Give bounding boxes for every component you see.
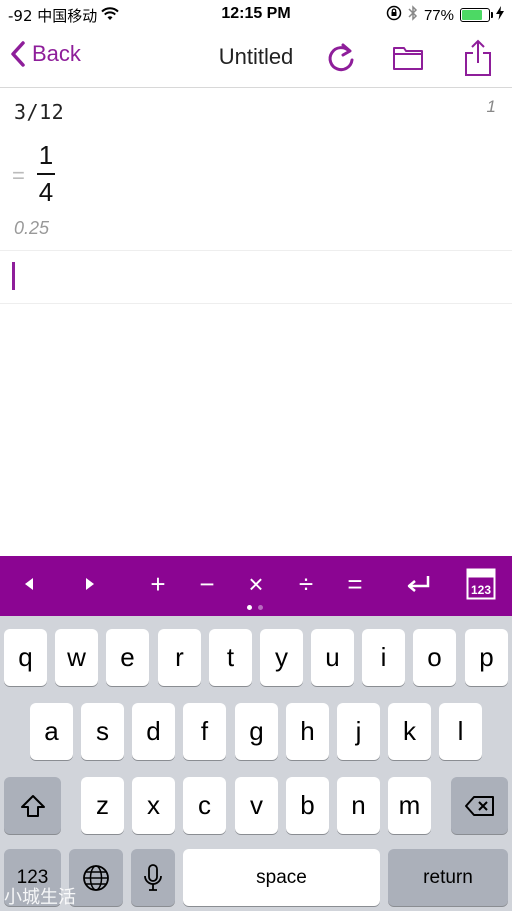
space-key[interactable]: space bbox=[183, 849, 380, 906]
watermark: 小城生活 bbox=[4, 887, 76, 908]
key-i[interactable]: i bbox=[362, 629, 405, 686]
document-title[interactable]: Untitled bbox=[0, 44, 512, 70]
bluetooth-icon bbox=[408, 5, 418, 25]
orientation-lock-icon bbox=[386, 5, 402, 25]
globe-icon bbox=[83, 864, 109, 891]
minus-button[interactable]: − bbox=[185, 564, 229, 604]
triangle-left-icon bbox=[25, 578, 33, 590]
equals-button[interactable]: = bbox=[333, 564, 377, 604]
new-line-button[interactable] bbox=[397, 564, 441, 604]
cursor-left-button[interactable] bbox=[7, 564, 51, 604]
key-o[interactable]: o bbox=[413, 629, 456, 686]
battery-icon bbox=[460, 8, 493, 22]
keypad-123-icon: 123 bbox=[466, 568, 496, 600]
plus-button[interactable]: + bbox=[136, 564, 180, 604]
key-u[interactable]: u bbox=[311, 629, 354, 686]
key-g[interactable]: g bbox=[235, 703, 278, 760]
refresh-button[interactable] bbox=[322, 38, 362, 78]
keyboard: q w e r t y u i o p a s d f g h j k l z … bbox=[0, 616, 512, 911]
numeric-keypad-button[interactable]: 123 bbox=[459, 564, 503, 604]
key-w[interactable]: w bbox=[55, 629, 98, 686]
backspace-icon bbox=[464, 795, 494, 816]
page-indicator bbox=[247, 605, 263, 610]
page-dot bbox=[258, 605, 263, 610]
key-j[interactable]: j bbox=[337, 703, 380, 760]
key-h[interactable]: h bbox=[286, 703, 329, 760]
fraction-bar bbox=[37, 173, 55, 175]
key-c[interactable]: c bbox=[183, 777, 226, 834]
key-m[interactable]: m bbox=[388, 777, 431, 834]
key-l[interactable]: l bbox=[439, 703, 482, 760]
shift-key[interactable] bbox=[4, 777, 61, 834]
expression-text[interactable]: 3/12 bbox=[14, 100, 64, 124]
key-s[interactable]: s bbox=[81, 703, 124, 760]
return-arrow-icon bbox=[407, 576, 430, 592]
key-r[interactable]: r bbox=[158, 629, 201, 686]
share-icon bbox=[465, 39, 491, 76]
text-cursor[interactable] bbox=[12, 262, 15, 290]
key-f[interactable]: f bbox=[183, 703, 226, 760]
key-y[interactable]: y bbox=[260, 629, 303, 686]
microphone-icon bbox=[144, 863, 162, 891]
folder-icon bbox=[393, 47, 423, 70]
page-dot-active bbox=[247, 605, 252, 610]
key-e[interactable]: e bbox=[106, 629, 149, 686]
key-q[interactable]: q bbox=[4, 629, 47, 686]
decimal-result: 0.25 bbox=[14, 218, 50, 238]
times-button[interactable]: × bbox=[234, 564, 278, 604]
return-key[interactable]: return bbox=[388, 849, 508, 906]
key-p[interactable]: p bbox=[465, 629, 508, 686]
line-divider bbox=[0, 250, 512, 251]
line-divider bbox=[0, 303, 512, 304]
key-z[interactable]: z bbox=[81, 777, 124, 834]
key-n[interactable]: n bbox=[337, 777, 380, 834]
equals-sign: = bbox=[12, 163, 25, 188]
share-button[interactable] bbox=[458, 38, 498, 78]
key-x[interactable]: x bbox=[132, 777, 175, 834]
cursor-right-button[interactable] bbox=[68, 564, 112, 604]
refresh-icon bbox=[328, 43, 354, 72]
dictation-key[interactable] bbox=[131, 849, 175, 906]
key-a[interactable]: a bbox=[30, 703, 73, 760]
charging-icon bbox=[496, 6, 504, 24]
globe-key[interactable] bbox=[69, 849, 123, 906]
key-d[interactable]: d bbox=[132, 703, 175, 760]
shift-icon bbox=[20, 794, 45, 817]
folder-button[interactable] bbox=[388, 38, 428, 78]
divide-button[interactable]: ÷ bbox=[284, 564, 328, 604]
key-v[interactable]: v bbox=[235, 777, 278, 834]
key-t[interactable]: t bbox=[209, 629, 252, 686]
battery-percent: 77% bbox=[423, 6, 454, 24]
line-number: 1 bbox=[486, 97, 496, 116]
delete-key[interactable] bbox=[451, 777, 508, 834]
key-b[interactable]: b bbox=[286, 777, 329, 834]
key-k[interactable]: k bbox=[388, 703, 431, 760]
navigation-bar: Back Untitled bbox=[0, 30, 512, 88]
status-bar: -92 中国移动 12:15 PM 77% bbox=[0, 0, 512, 30]
triangle-right-icon bbox=[86, 578, 94, 590]
status-right: 77% bbox=[386, 5, 504, 25]
fraction-numerator: 1 bbox=[38, 140, 54, 170]
svg-text:123: 123 bbox=[471, 583, 491, 597]
result-fraction: 1 4 bbox=[36, 140, 56, 208]
fraction-denominator: 4 bbox=[38, 177, 54, 207]
